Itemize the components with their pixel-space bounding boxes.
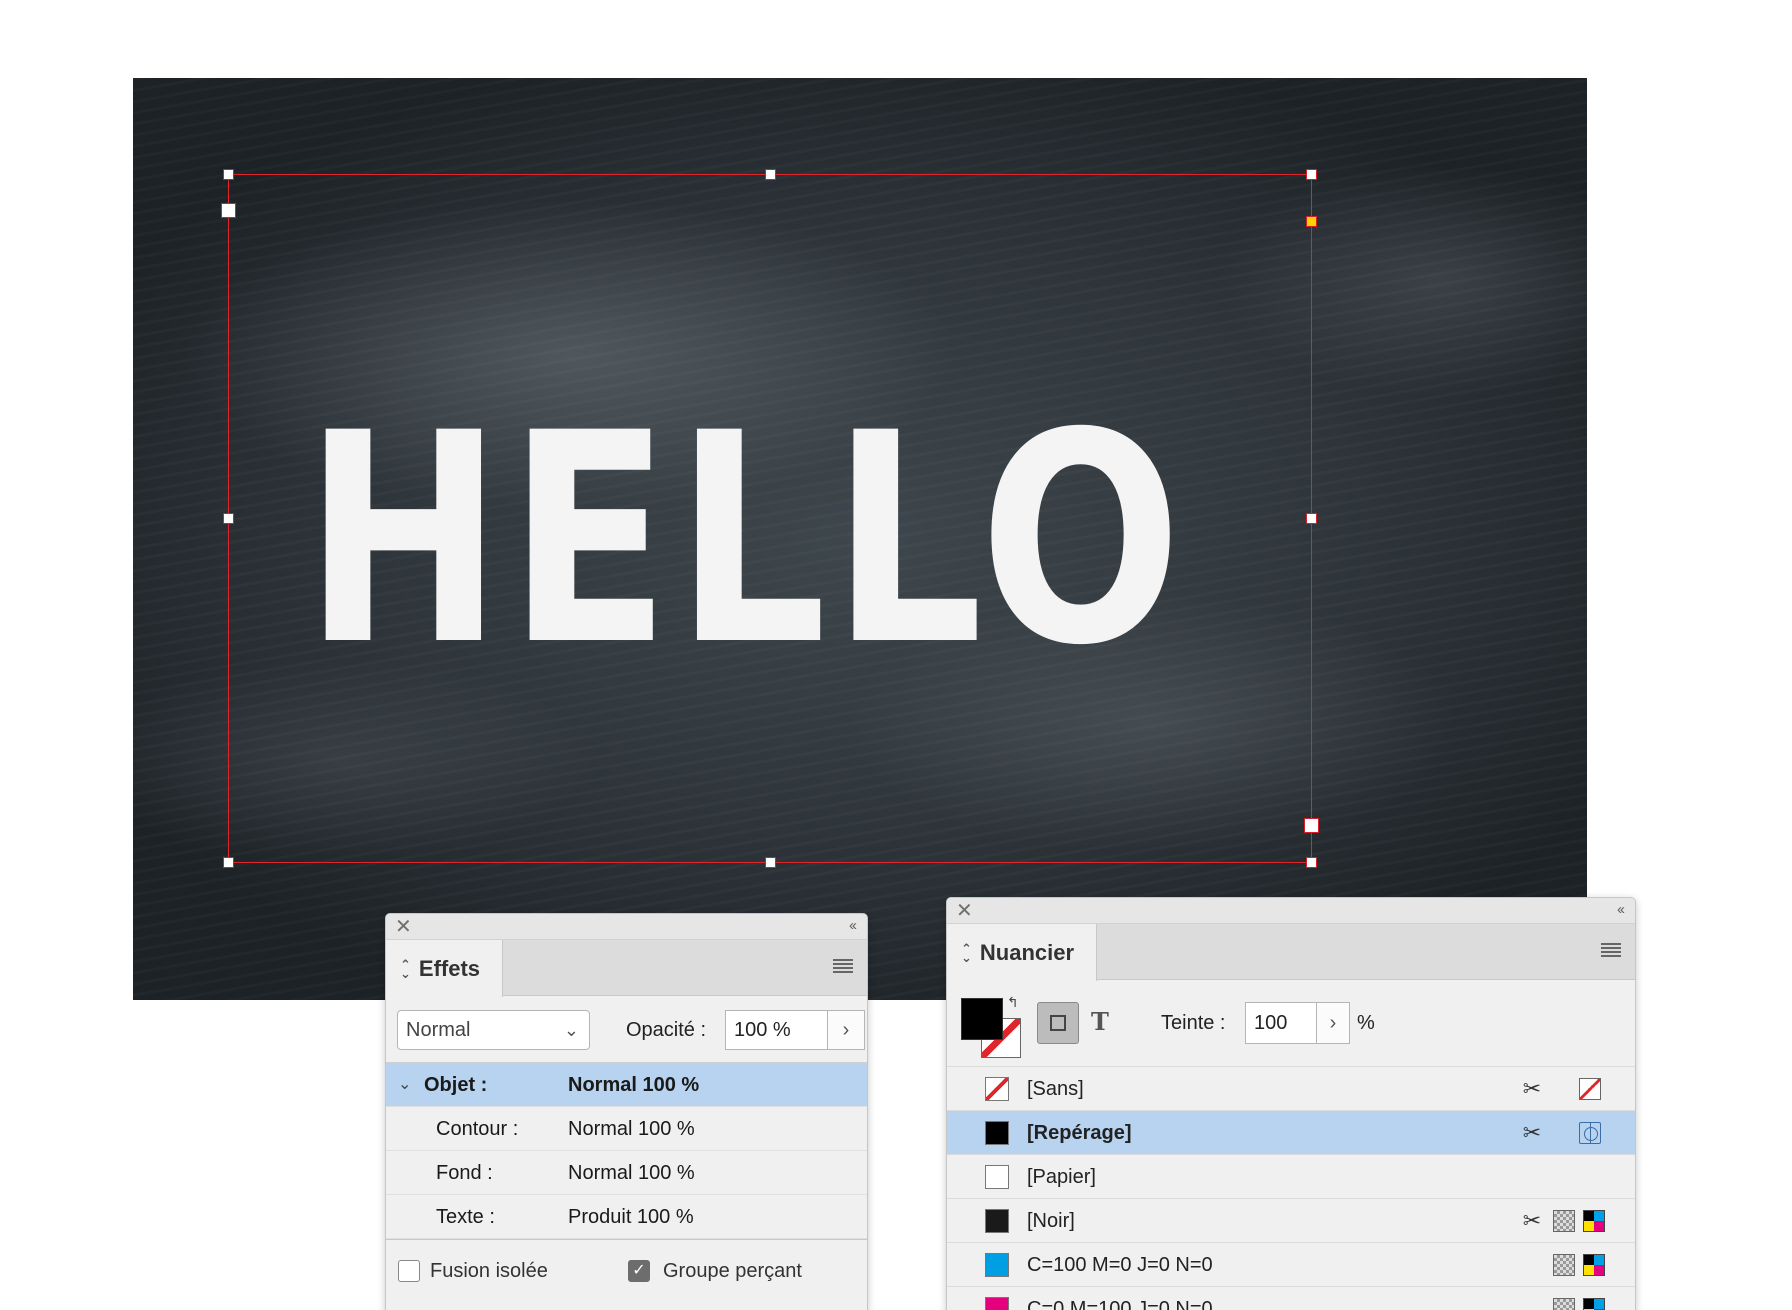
panel-menu-icon[interactable] [1601, 943, 1621, 957]
out-port-handle[interactable] [1304, 818, 1319, 833]
panel-menu-icon[interactable] [833, 959, 853, 973]
effets-list: ⌄ Objet : Normal 100 % Contour : Normal … [386, 1062, 867, 1239]
format-text-button[interactable]: T [1091, 1000, 1109, 1044]
cmyk-icon [1583, 1254, 1605, 1276]
swatch-row-noir[interactable]: [Noir] ✂ [947, 1198, 1635, 1242]
swatch-name: [Sans] [1027, 1078, 1084, 1100]
swatch-chip [985, 1297, 1009, 1310]
swatch-row-papier[interactable]: [Papier] [947, 1154, 1635, 1198]
process-color-icon [1553, 1210, 1575, 1232]
swatch-row-magenta[interactable]: C=0 M=100 J=0 N=0 [947, 1286, 1635, 1310]
opacity-input[interactable]: 100 % [725, 1010, 828, 1050]
swatch-chip [985, 1253, 1009, 1277]
swatch-chip [985, 1077, 1009, 1101]
chevron-down-icon[interactable]: ⌄ [398, 1063, 411, 1107]
chevron-down-icon: ⌄ [563, 1020, 579, 1040]
overset-port-handle[interactable] [1306, 216, 1317, 227]
tab-nuancier-label: Nuancier [979, 939, 1075, 965]
swatch-name: C=100 M=0 J=0 N=0 [1027, 1254, 1213, 1276]
swatch-name: [Papier] [1027, 1166, 1096, 1188]
teinte-label: Teinte : [1161, 1012, 1226, 1034]
opacity-label: Opacité : [626, 1019, 707, 1041]
row-name: Texte : [436, 1206, 495, 1228]
groupe-percant-checkbox[interactable]: ✓ [628, 1260, 650, 1282]
content-grabber-handle[interactable] [221, 203, 236, 218]
fusion-isolee-label: Fusion isolée [430, 1260, 548, 1282]
registration-icon [1579, 1122, 1601, 1144]
swatch-name: [Repérage] [1027, 1122, 1132, 1144]
container-icon [1050, 1015, 1066, 1031]
swatch-row-reperage[interactable]: [Repérage] ✂ [947, 1110, 1635, 1154]
selection-frame[interactable] [228, 174, 1312, 863]
swatch-row-sans[interactable]: [Sans] ✂ [947, 1066, 1635, 1110]
swatch-name: [Noir] [1027, 1210, 1075, 1232]
process-color-icon [1553, 1298, 1575, 1310]
nuancier-panel: ✕ ‹‹ ⌃ ⌄ Nuancier ↰ T Teinte : 100 › % [S… [946, 897, 1636, 1310]
percent-label: % [1357, 1012, 1375, 1034]
effets-row-objet[interactable]: ⌄ Objet : Normal 100 % [386, 1063, 867, 1107]
cmyk-icon [1583, 1298, 1605, 1310]
no-edit-icon: ✂ [1522, 1076, 1542, 1101]
effets-row-fond[interactable]: Fond : Normal 100 % [386, 1151, 867, 1195]
row-value: Normal 100 % [568, 1074, 700, 1096]
tab-bar: ⌃ ⌄ Effets [386, 940, 867, 997]
fusion-isolee-checkbox[interactable] [398, 1260, 420, 1282]
handle-top-center[interactable] [765, 169, 776, 180]
row-name: Contour : [436, 1118, 519, 1140]
tab-nuancier[interactable]: ⌃ ⌄ Nuancier [947, 924, 1098, 981]
row-value: Produit 100 % [568, 1206, 694, 1228]
no-edit-icon: ✂ [1522, 1120, 1542, 1145]
handle-bottom-left[interactable] [223, 857, 234, 868]
fill-swatch[interactable] [961, 998, 1003, 1040]
handle-top-left[interactable] [223, 169, 234, 180]
format-container-button[interactable] [1037, 1002, 1079, 1044]
teinte-input[interactable]: 100 [1245, 1002, 1317, 1044]
groupe-percant-label: Groupe perçant [663, 1260, 802, 1282]
tab-bar: ⌃ ⌄ Nuancier [947, 924, 1635, 981]
panel-titlebar: ✕ ‹‹ [947, 898, 1635, 924]
tab-effets-label: Effets [418, 955, 481, 981]
swatch-chip [985, 1121, 1009, 1145]
swatch-chip [985, 1209, 1009, 1233]
no-edit-icon: ✂ [1522, 1208, 1542, 1233]
none-swatch-icon [1579, 1078, 1601, 1100]
swatch-name: C=0 M=100 J=0 N=0 [1027, 1298, 1213, 1310]
handle-bottom-center[interactable] [765, 857, 776, 868]
panel-titlebar: ✕ ‹‹ [386, 914, 867, 940]
blend-mode-select[interactable]: Normal ⌄ [397, 1010, 590, 1050]
blend-mode-value: Normal [406, 1019, 471, 1041]
handle-top-right[interactable] [1306, 169, 1317, 180]
handle-bottom-right[interactable] [1306, 857, 1317, 868]
swatch-chip [985, 1165, 1009, 1189]
updown-icon: ⌃ ⌄ [961, 940, 972, 965]
teinte-slider-button[interactable]: › [1316, 1002, 1350, 1044]
handle-middle-left[interactable] [223, 513, 234, 524]
row-value: Normal 100 % [568, 1118, 695, 1140]
collapse-icon[interactable]: ‹‹ [1617, 898, 1625, 922]
close-icon[interactable]: ✕ [395, 914, 412, 940]
swap-icon[interactable]: ↰ [1007, 994, 1019, 1011]
row-name: Objet : [424, 1074, 488, 1096]
collapse-icon[interactable]: ‹‹ [849, 914, 857, 938]
effets-options: Fusion isolée ✓ Groupe perçant [386, 1239, 867, 1301]
row-value: Normal 100 % [568, 1162, 695, 1184]
swatch-row-cyan[interactable]: C=100 M=0 J=0 N=0 [947, 1242, 1635, 1286]
effets-row-contour[interactable]: Contour : Normal 100 % [386, 1107, 867, 1151]
handle-middle-right[interactable] [1306, 513, 1317, 524]
nuancier-controls: ↰ T Teinte : 100 › % [947, 980, 1635, 1066]
updown-icon: ⌃ ⌄ [400, 956, 411, 981]
cmyk-icon [1583, 1210, 1605, 1232]
tab-effets[interactable]: ⌃ ⌄ Effets [386, 940, 504, 997]
row-name: Fond : [436, 1162, 493, 1184]
effets-panel: ✕ ‹‹ ⌃ ⌄ Effets Normal ⌄ Opacité : 100 % … [385, 913, 868, 1310]
process-color-icon [1553, 1254, 1575, 1276]
effets-controls: Normal ⌄ Opacité : 100 % › [386, 996, 867, 1062]
effets-row-texte[interactable]: Texte : Produit 100 % [386, 1195, 867, 1239]
close-icon[interactable]: ✕ [956, 898, 973, 924]
opacity-slider-button[interactable]: › [827, 1010, 865, 1050]
